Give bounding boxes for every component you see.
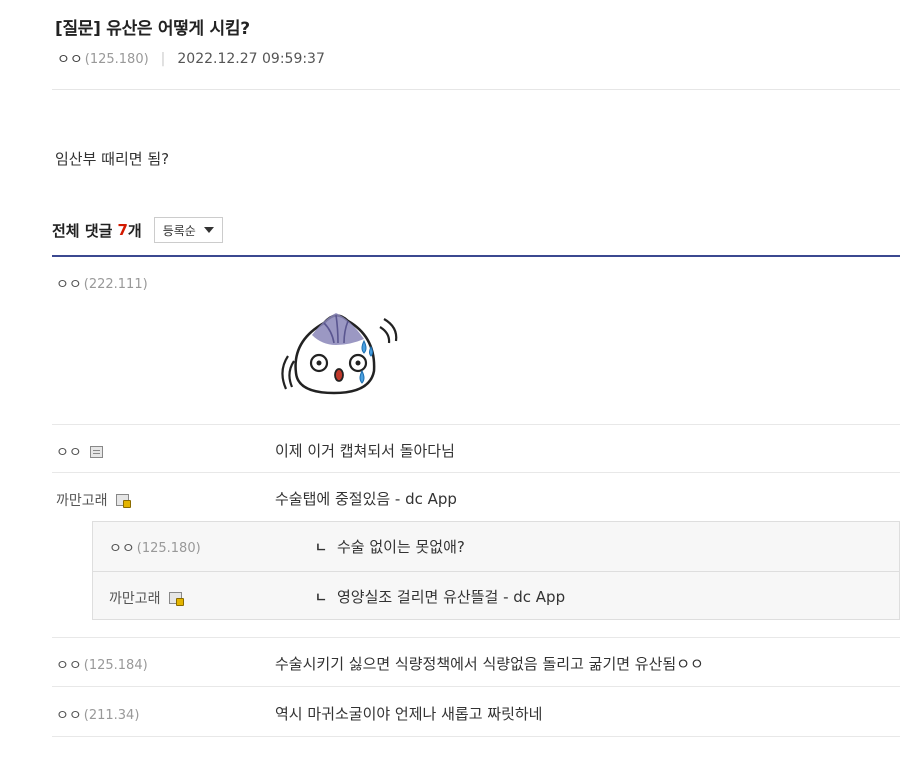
- comment-nick: ㅇㅇ: [56, 708, 82, 724]
- comment-nick: ㅇㅇ: [56, 277, 82, 293]
- reply-row: ㅇㅇ (125.180) ㄴ 수술 없이는 못없애?: [93, 522, 899, 571]
- comment-text: 수술시키기 싫으면 식량정책에서 식량없음 돌리고 굶기면 유산됨ㅇㅇ: [275, 655, 704, 673]
- steamed-bun-sweating-icon: [281, 313, 398, 395]
- comment-author[interactable]: ㅇㅇ (125.184): [56, 655, 148, 675]
- reply-content: ㄴ 영양실조 걸리면 유산뜰걸 - dc App: [315, 586, 565, 607]
- comment-author[interactable]: ㅇㅇ: [56, 442, 103, 462]
- comment-author[interactable]: ㅇㅇ (222.111): [56, 274, 148, 294]
- comments-label: 전체 댓글: [52, 221, 113, 240]
- comment-row: 까만고래 수술탭에 중절있음 - dc App: [52, 473, 900, 521]
- comments-unit: 개: [127, 221, 142, 240]
- comment-author[interactable]: ㅇㅇ (211.34): [56, 705, 139, 725]
- reply-text: 수술 없이는 못없애?: [336, 538, 465, 556]
- chevron-down-icon: [203, 227, 214, 233]
- comment-ip: (125.184): [83, 657, 148, 673]
- post-body: 임산부 때리면 됨?: [55, 150, 170, 168]
- reply-thread: ㅇㅇ (125.180) ㄴ 수술 없이는 못없애? 까만고래 ㄴ 영양실조 걸…: [92, 521, 900, 620]
- fixed-member-badge-icon: [168, 592, 184, 606]
- comment-row: ㅇㅇ (222.111): [52, 257, 900, 425]
- sort-order-select[interactable]: 등록순: [153, 217, 223, 243]
- comment-nick: ㅇㅇ: [56, 445, 82, 461]
- comment-row: ㅇㅇ (211.34) 역시 마귀소굴이야 언제나 새롭고 짜릿하네: [52, 687, 900, 737]
- title-divider: [52, 89, 900, 90]
- reply-arrow-icon: ㄴ: [315, 591, 327, 606]
- comments-header: 전체 댓글 7 개 등록순: [52, 217, 223, 243]
- author-ip: (125.180): [84, 51, 149, 67]
- reply-row: 까만고래 ㄴ 영양실조 걸리면 유산뜰걸 - dc App: [93, 572, 899, 621]
- meta-divider: |: [160, 51, 166, 67]
- comment-divider: [52, 637, 900, 638]
- comment-ip: (222.111): [83, 276, 148, 292]
- reply-nick: ㅇㅇ: [109, 541, 135, 557]
- comment-text: 역시 마귀소굴이야 언제나 새롭고 짜릿하네: [275, 705, 543, 723]
- post-title: [질문] 유산은 어떻게 시킴?: [55, 19, 250, 39]
- comment-divider: [52, 736, 900, 737]
- reply-author[interactable]: ㅇㅇ (125.180): [109, 538, 201, 558]
- post-meta: ㅇㅇ (125.180) | 2022.12.27 09:59:37: [57, 49, 325, 69]
- comment-row: ㅇㅇ 이제 이거 캡쳐되서 돌아다님: [52, 425, 900, 473]
- comment-row: ㅇㅇ (125.184) 수술시키기 싫으면 식량정책에서 식량없음 돌리고 굶…: [52, 637, 900, 687]
- reply-ip: (125.180): [136, 540, 201, 556]
- fixed-member-badge-icon: [115, 494, 131, 508]
- reply-content: ㄴ 수술 없이는 못없애?: [315, 536, 465, 557]
- comment-author[interactable]: 까만고래: [56, 490, 131, 510]
- comment-ip: (211.34): [83, 707, 140, 723]
- comment-nick: 까만고래: [56, 493, 108, 509]
- reply-arrow-icon: ㄴ: [315, 541, 327, 556]
- sort-order-value: 등록순: [162, 223, 196, 238]
- post-page: [질문] 유산은 어떻게 시킴? ㅇㅇ (125.180) | 2022.12.…: [0, 0, 900, 775]
- comment-nick: ㅇㅇ: [56, 658, 82, 674]
- comments-count: 7: [117, 221, 128, 239]
- reply-author[interactable]: 까만고래: [109, 588, 184, 608]
- comment-text: 수술탭에 중절있음 - dc App: [275, 490, 457, 508]
- reply-nick: 까만고래: [109, 591, 161, 607]
- author-nick[interactable]: ㅇㅇ: [57, 49, 83, 69]
- comment-text: 이제 이거 캡쳐되서 돌아다님: [275, 442, 455, 460]
- reply-text: 영양실조 걸리면 유산뜰걸 - dc App: [336, 588, 566, 606]
- member-badge-icon: [89, 446, 103, 458]
- post-date: 2022.12.27 09:59:37: [177, 51, 325, 67]
